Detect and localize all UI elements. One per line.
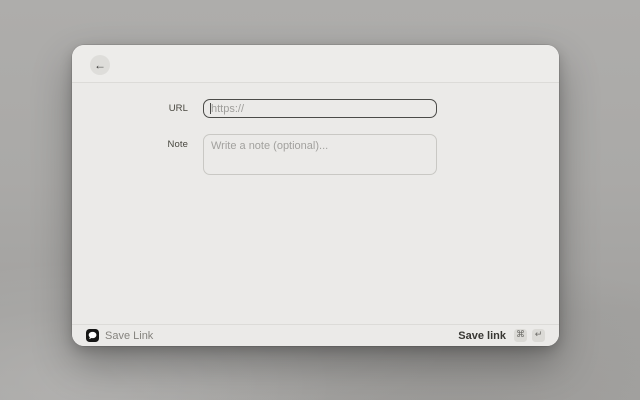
header-divider (72, 82, 559, 83)
footer-app-name: Save Link (105, 330, 153, 342)
footer-bar: Save Link Save link ⌘ ↵ (72, 325, 559, 346)
window-header: ← (72, 45, 559, 82)
save-link-window: ← URL Note Save Link Save link ⌘ ↵ (72, 45, 559, 346)
back-arrow-icon: ← (94, 59, 106, 71)
url-input[interactable] (203, 99, 437, 118)
url-label: URL (72, 99, 188, 118)
text-caret (210, 103, 211, 114)
back-button[interactable]: ← (90, 55, 110, 75)
footer-app-info: Save Link (86, 329, 153, 342)
return-key-icon: ↵ (532, 329, 545, 342)
footer-actions[interactable]: Save link ⌘ ↵ (458, 329, 545, 342)
note-input[interactable] (203, 134, 437, 175)
save-link-action-label[interactable]: Save link (458, 330, 506, 342)
app-logo-chat-bubble-icon (86, 329, 99, 342)
note-label: Note (72, 138, 188, 152)
command-key-icon: ⌘ (514, 329, 527, 342)
